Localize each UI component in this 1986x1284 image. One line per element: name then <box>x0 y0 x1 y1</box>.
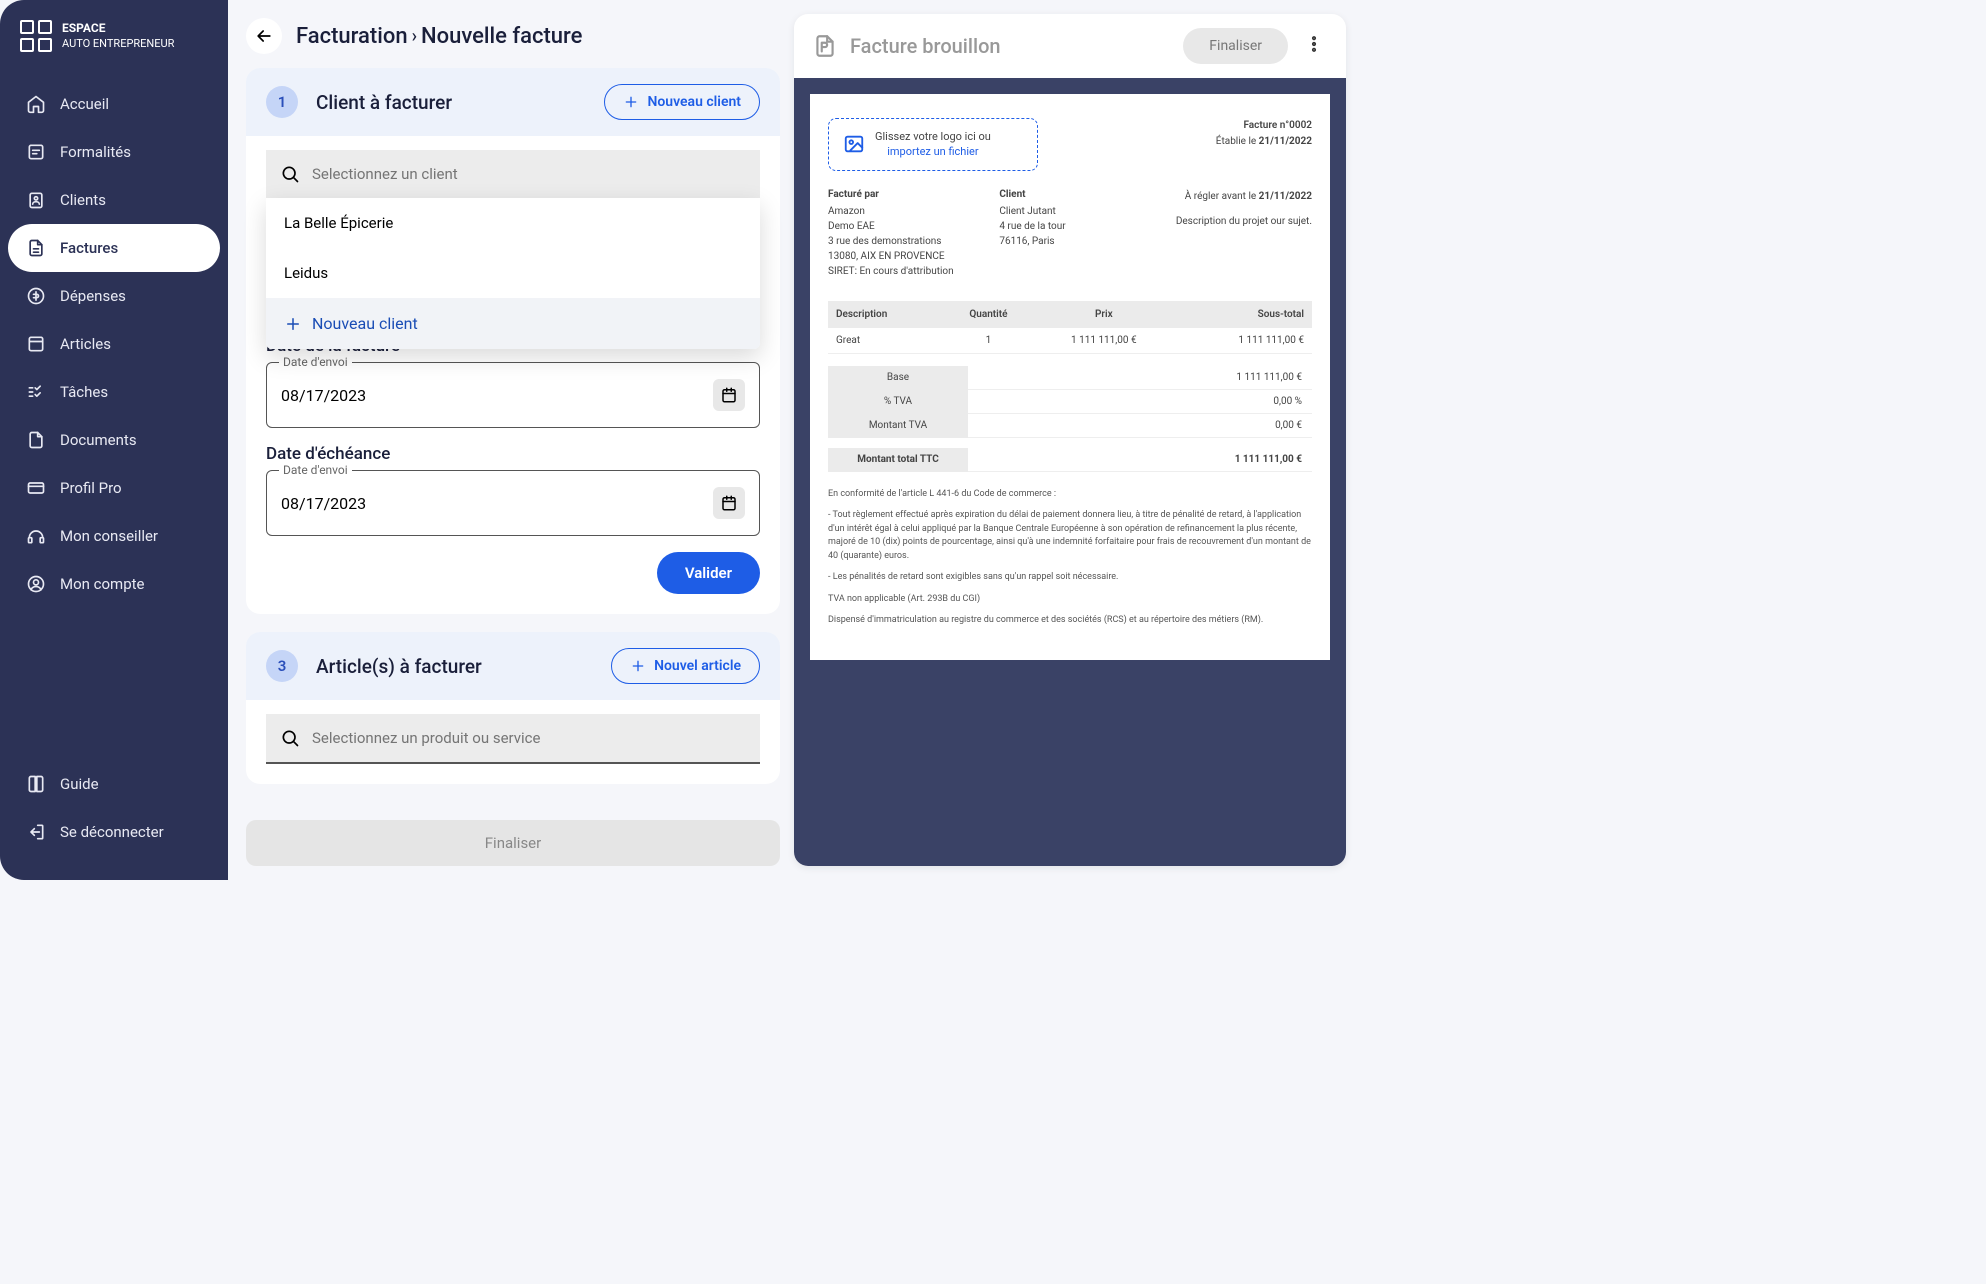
table-row: Great 1 1 111 111,00 € 1 111 111,00 € <box>828 328 1312 354</box>
client-search-input[interactable] <box>312 165 746 183</box>
date-echeance-field[interactable]: Date d'envoi <box>266 470 760 536</box>
more-vertical-icon <box>1304 34 1324 54</box>
more-menu-button[interactable] <box>1300 30 1328 62</box>
image-icon <box>843 133 865 155</box>
new-article-button[interactable]: Nouvel article <box>611 648 760 684</box>
brand-logo: ESPACE AUTO ENTREPRENEUR <box>0 16 228 72</box>
client-option[interactable]: Leidus <box>266 248 760 298</box>
date-facture-field[interactable]: Date d'envoi <box>266 362 760 428</box>
invoice-icon <box>812 33 838 59</box>
date-echeance-label: Date d'échéance <box>266 444 760 464</box>
search-icon <box>280 164 300 184</box>
article-search[interactable] <box>266 714 760 764</box>
legal-text: En conformité de l'article L 441-6 du Co… <box>828 488 1312 628</box>
invoice-number: Facture n°0002 <box>1216 118 1312 134</box>
brand-line1: ESPACE <box>62 21 174 37</box>
nav-formalites[interactable]: Formalités <box>8 128 220 176</box>
calendar-button[interactable] <box>713 379 745 411</box>
step-client-card: 1 Client à facturer Nouveau client La Be… <box>246 68 780 614</box>
client-option[interactable]: La Belle Épicerie <box>266 198 760 248</box>
nav-clients[interactable]: Clients <box>8 176 220 224</box>
chevron-right-icon: › <box>412 26 417 47</box>
calendar-button[interactable] <box>713 487 745 519</box>
nav-taches[interactable]: Tâches <box>8 368 220 416</box>
step-number: 3 <box>266 650 298 682</box>
plus-icon <box>284 315 302 333</box>
breadcrumb-b: Nouvelle facture <box>421 24 582 49</box>
article-search-input[interactable] <box>312 729 746 747</box>
nav-factures[interactable]: Factures <box>8 224 220 272</box>
nav-compte[interactable]: Mon compte <box>8 560 220 608</box>
preview-title: Facture brouillon <box>850 34 1171 58</box>
logo-drop-zone[interactable]: Glissez votre logo ici ou importez un fi… <box>828 118 1038 171</box>
step-title-articles: Article(s) à facturer <box>316 655 482 678</box>
dropdown-new-client[interactable]: Nouveau client <box>266 298 760 349</box>
sidebar: ESPACE AUTO ENTREPRENEUR Accueil Formali… <box>0 0 228 880</box>
nav-deconnecter[interactable]: Se déconnecter <box>8 808 220 856</box>
date-echeance-input[interactable] <box>281 494 713 513</box>
invoice-preview-panel: Facture brouillon Finaliser Glissez votr… <box>794 14 1346 866</box>
invoice-line-table: Description Quantité Prix Sous-total Gre… <box>828 301 1312 354</box>
new-client-button[interactable]: Nouveau client <box>604 84 760 120</box>
nav-articles[interactable]: Articles <box>8 320 220 368</box>
client-search[interactable] <box>266 150 760 200</box>
nav-conseiller[interactable]: Mon conseiller <box>8 512 220 560</box>
step-number: 1 <box>266 86 298 118</box>
breadcrumb: Facturation › Nouvelle facture <box>246 14 780 68</box>
brand-line2: AUTO ENTREPRENEUR <box>62 37 174 51</box>
nav-guide[interactable]: Guide <box>8 760 220 808</box>
nav-documents[interactable]: Documents <box>8 416 220 464</box>
nav-depenses[interactable]: Dépenses <box>8 272 220 320</box>
breadcrumb-a[interactable]: Facturation <box>296 24 408 49</box>
step-title-client: Client à facturer <box>316 91 452 114</box>
client-dropdown: La Belle Épicerie Leidus Nouveau client <box>266 198 760 349</box>
step-articles-card: 3 Article(s) à facturer Nouvel article <box>246 632 780 784</box>
calendar-icon <box>720 494 738 512</box>
logo-icon <box>20 20 52 52</box>
valider-button[interactable]: Valider <box>657 552 760 594</box>
nav-accueil[interactable]: Accueil <box>8 80 220 128</box>
search-icon <box>280 728 300 748</box>
calendar-icon <box>720 386 738 404</box>
invoice-document: Glissez votre logo ici ou importez un fi… <box>810 94 1330 660</box>
nav-profil[interactable]: Profil Pro <box>8 464 220 512</box>
date-facture-input[interactable] <box>281 386 713 405</box>
back-button[interactable] <box>246 18 282 54</box>
preview-finaliser-button[interactable]: Finaliser <box>1183 28 1288 64</box>
finalize-bottom-button[interactable]: Finaliser <box>246 820 780 866</box>
